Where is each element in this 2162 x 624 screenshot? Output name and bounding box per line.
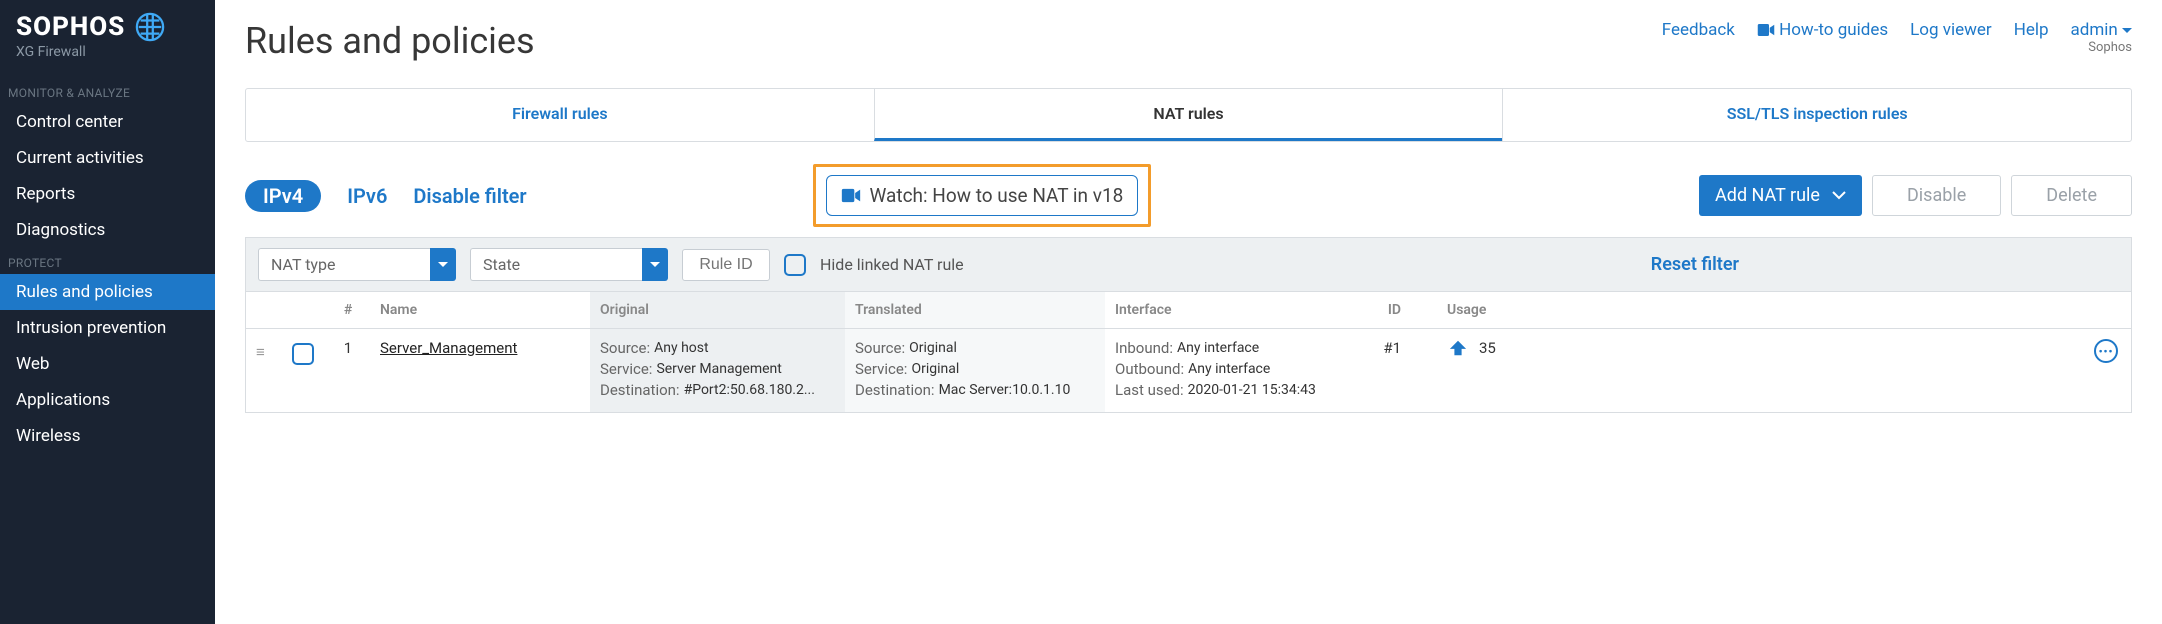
cell-translated: Source:Original Service:Original Destina… (845, 329, 1105, 412)
disable-button[interactable]: Disable (1872, 175, 2001, 216)
th-usage: Usage (1411, 292, 2081, 328)
help-link[interactable]: Help (2014, 20, 2049, 40)
ipv6-toggle[interactable]: IPv6 (347, 184, 387, 208)
th-number: # (326, 292, 370, 328)
add-nat-rule-button[interactable]: Add NAT rule (1699, 175, 1862, 216)
cell-interface: Inbound:Any interface Outbound:Any inter… (1105, 329, 1361, 412)
globe-icon (135, 12, 165, 42)
chevron-down-icon[interactable] (430, 248, 456, 281)
hide-linked-label: Hide linked NAT rule (820, 255, 964, 274)
th-original: Original (590, 292, 845, 328)
log-viewer-link[interactable]: Log viewer (1910, 20, 1992, 40)
row-checkbox[interactable] (292, 343, 314, 365)
tab-firewall-rules[interactable]: Firewall rules (246, 89, 874, 141)
sidebar-item-current-activities[interactable]: Current activities (0, 140, 215, 176)
drag-handle-icon[interactable]: ≡ (246, 329, 282, 412)
page-title: Rules and policies (245, 20, 1662, 62)
th-translated: Translated (845, 292, 1105, 328)
row-menu-button[interactable]: ••• (2094, 339, 2118, 363)
watch-highlight-box: Watch: How to use NAT in v18 (813, 164, 1151, 227)
video-icon (1757, 23, 1775, 37)
tab-nat-rules[interactable]: NAT rules (874, 89, 1503, 141)
nat-type-select[interactable]: NAT type (258, 248, 456, 281)
sidebar-item-control-center[interactable]: Control center (0, 104, 215, 140)
brand-sub: XG Firewall (0, 44, 215, 78)
sidebar-section-protect: PROTECT (0, 248, 215, 274)
table-header: # Name Original Translated Interface ID … (245, 292, 2132, 329)
chevron-down-icon[interactable] (642, 248, 668, 281)
admin-menu[interactable]: admin Sophos (2071, 20, 2132, 55)
tab-ssl-tls[interactable]: SSL/TLS inspection rules (1502, 89, 2131, 141)
feedback-link[interactable]: Feedback (1662, 20, 1735, 40)
disable-filter-link[interactable]: Disable filter (413, 184, 526, 208)
usage-icon (1447, 339, 1469, 357)
rule-id-input[interactable] (682, 249, 770, 281)
sidebar-item-intrusion-prevention[interactable]: Intrusion prevention (0, 310, 215, 346)
ipv4-toggle[interactable]: IPv4 (245, 180, 321, 212)
usage-count: 35 (1479, 339, 1496, 357)
sidebar-item-web[interactable]: Web (0, 346, 215, 382)
filter-bar: NAT type State Hide linked NAT rule Rese… (245, 237, 2132, 292)
rule-name-link[interactable]: Server_Management (380, 339, 517, 357)
th-id: ID (1361, 292, 1411, 328)
chevron-down-icon (1832, 191, 1846, 201)
hide-linked-checkbox[interactable] (784, 254, 806, 276)
state-select[interactable]: State (470, 248, 668, 281)
reset-filter-link[interactable]: Reset filter (1651, 254, 1739, 275)
sidebar-item-reports[interactable]: Reports (0, 176, 215, 212)
howto-guides-link[interactable]: How-to guides (1757, 20, 1888, 40)
cell-original: Source:Any host Service:Server Managemen… (590, 329, 845, 412)
brand-name: SOPHOS (16, 12, 125, 42)
sidebar-item-rules-policies[interactable]: Rules and policies (0, 274, 215, 310)
tabs: Firewall rules NAT rules SSL/TLS inspect… (245, 88, 2132, 142)
sidebar-item-wireless[interactable]: Wireless (0, 418, 215, 454)
sidebar-item-applications[interactable]: Applications (0, 382, 215, 418)
sidebar-section-monitor: MONITOR & ANALYZE (0, 78, 215, 104)
brand: SOPHOS (0, 0, 215, 44)
delete-button[interactable]: Delete (2011, 175, 2132, 216)
chevron-down-icon (2122, 27, 2132, 35)
row-number: 1 (326, 329, 370, 412)
th-interface: Interface (1105, 292, 1361, 328)
video-icon (841, 188, 861, 203)
table-row: ≡ 1 Server_Management Source:Any host Se… (245, 329, 2132, 413)
watch-nat-video-button[interactable]: Watch: How to use NAT in v18 (826, 175, 1138, 216)
sidebar-item-diagnostics[interactable]: Diagnostics (0, 212, 215, 248)
cell-id: #1 (1361, 329, 1411, 412)
sidebar: SOPHOS XG Firewall MONITOR & ANALYZE Con… (0, 0, 215, 624)
th-name: Name (370, 292, 590, 328)
